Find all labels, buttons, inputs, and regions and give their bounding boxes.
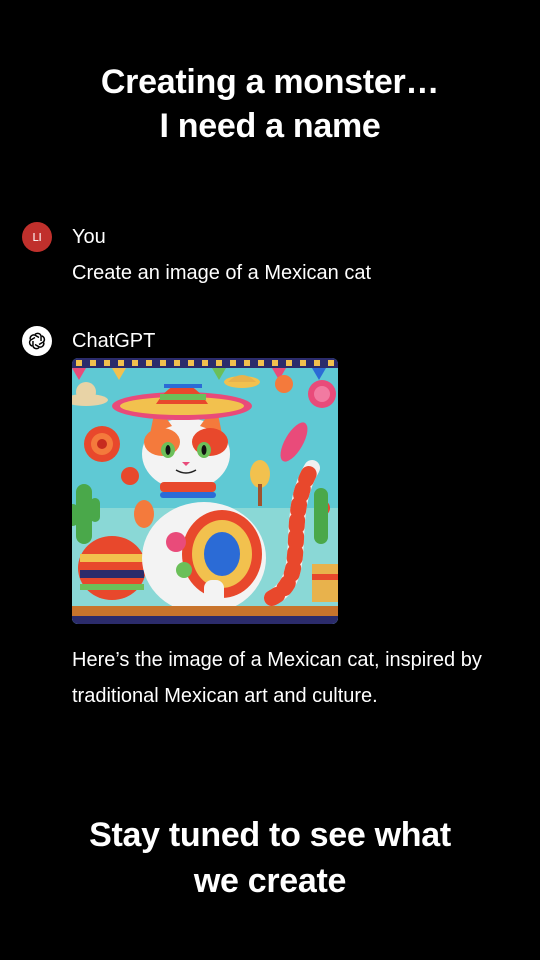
assistant-author-name: ChatGPT [72, 329, 156, 352]
user-message-header: LI You [22, 222, 106, 252]
overlay-bottom-line-1: Stay tuned to see what [89, 816, 451, 854]
assistant-message-text: Here’s the image of a Mexican cat, inspi… [72, 649, 482, 707]
overlay-top-line-2: I need a name [159, 107, 381, 145]
assistant-message-header: ChatGPT [22, 326, 155, 356]
overlay-top-caption: Creating a monster… I need a name [0, 60, 540, 148]
generated-image-mexican-cat[interactable] [72, 358, 338, 624]
openai-logo-icon [22, 326, 52, 356]
user-avatar[interactable]: LI [22, 222, 52, 252]
overlay-bottom-caption: Stay tuned to see what we create [0, 812, 540, 904]
overlay-bottom-line-2: we create [193, 862, 347, 900]
user-message-text: Create an image of a Mexican cat [72, 262, 372, 284]
user-avatar-initials: LI [32, 230, 42, 244]
overlay-top-line-1: Creating a monster… [100, 63, 440, 101]
user-author-name: You [72, 225, 106, 248]
